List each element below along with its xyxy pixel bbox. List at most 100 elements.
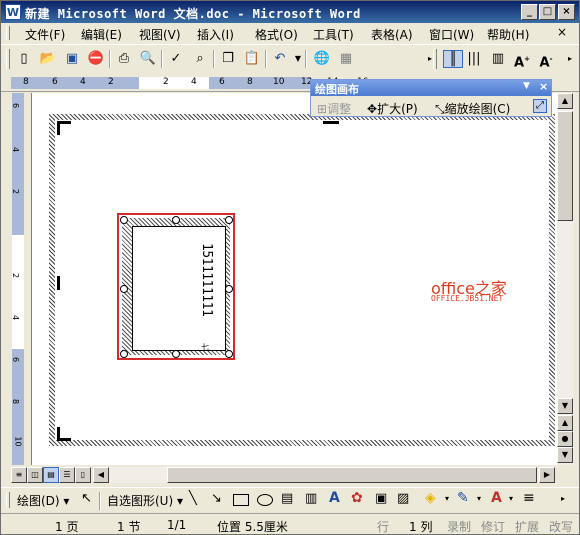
- word-app-icon[interactable]: W: [5, 4, 21, 20]
- scroll-down-button[interactable]: ▼: [557, 398, 573, 414]
- line-tool-icon[interactable]: ╲: [189, 491, 197, 506]
- menu-help[interactable]: 帮助(H): [487, 26, 529, 43]
- outline-view-icon[interactable]: ☰: [59, 467, 75, 483]
- toolbar-options-icon[interactable]: ▼: [523, 81, 530, 91]
- canvas-edge-handle[interactable]: [323, 121, 339, 124]
- canvas-edge-handle[interactable]: [57, 276, 60, 290]
- resize-handle[interactable]: [120, 285, 128, 293]
- drawing-canvas-toolbar-title-bar[interactable]: 绘图画布 ▼ ×: [311, 80, 551, 96]
- diagram-icon[interactable]: ✿: [351, 490, 363, 506]
- select-objects-icon[interactable]: ↖: [81, 491, 92, 506]
- print-preview-icon[interactable]: 🔍: [139, 50, 157, 68]
- text-wrapping-icon[interactable]: ⤢: [533, 99, 547, 113]
- select-browse-object-icon[interactable]: ●: [557, 431, 573, 447]
- vertical-text-box-icon[interactable]: ▥: [305, 491, 317, 506]
- tables-borders-icon[interactable]: ▦: [337, 50, 355, 68]
- menu-format[interactable]: 格式(O): [255, 26, 298, 43]
- toolbar-grip[interactable]: [6, 49, 10, 69]
- resize-handle[interactable]: [120, 350, 128, 358]
- draw-menu-button[interactable]: 绘图(D) ▾: [17, 492, 69, 509]
- menu-window[interactable]: 窗口(W): [429, 26, 474, 43]
- insert-picture-icon[interactable]: ▨: [397, 491, 409, 506]
- status-record[interactable]: 录制: [447, 518, 471, 535]
- minimize-button[interactable]: _: [521, 4, 538, 20]
- text-box[interactable]: 1511111111 七: [132, 226, 226, 352]
- permission-icon[interactable]: ⛔: [87, 50, 105, 68]
- save-icon[interactable]: ▣: [63, 50, 81, 68]
- resize-handle[interactable]: [172, 216, 180, 224]
- wordart-icon[interactable]: A: [329, 490, 340, 506]
- web-layout-icon[interactable]: ◫: [27, 467, 43, 483]
- canvas-corner-handle[interactable]: [57, 427, 71, 441]
- hyperlink-globe-icon[interactable]: 🌐: [313, 50, 331, 68]
- spelling-icon[interactable]: ✓: [167, 50, 185, 68]
- fill-color-icon[interactable]: ◈: [425, 490, 436, 506]
- scroll-up-button[interactable]: ▲: [557, 93, 573, 109]
- font-color-icon[interactable]: A: [491, 490, 502, 506]
- scroll-left-button[interactable]: ◀: [93, 467, 109, 483]
- rectangle-tool-icon[interactable]: [233, 494, 249, 506]
- resize-handle[interactable]: [120, 216, 128, 224]
- toolbar-options-icon-2[interactable]: ▸: [561, 50, 579, 68]
- paste-icon[interactable]: 📋: [243, 50, 261, 68]
- open-folder-icon[interactable]: 📂: [39, 50, 57, 68]
- barcode-column-icon[interactable]: ▥: [489, 50, 507, 68]
- menu-edit[interactable]: 编辑(E): [81, 26, 122, 43]
- grow-font-icon[interactable]: A+: [513, 50, 531, 70]
- next-page-icon[interactable]: ▼: [557, 447, 573, 463]
- menu-view[interactable]: 视图(V): [139, 26, 181, 43]
- resize-handle[interactable]: [225, 216, 233, 224]
- text-box-tool-icon[interactable]: ▤: [281, 491, 293, 506]
- print-icon[interactable]: ⎙: [115, 50, 133, 68]
- title-bar[interactable]: W 新建 Microsoft Word 文档.doc - Microsoft W…: [1, 1, 579, 23]
- menu-insert[interactable]: 插入(I): [197, 26, 234, 43]
- resize-handle[interactable]: [225, 285, 233, 293]
- expand-button[interactable]: ✥扩大(P): [367, 100, 418, 117]
- oval-tool-icon[interactable]: [257, 494, 273, 506]
- vertical-scrollbar[interactable]: ▲ ▼ ▲ ● ▼: [557, 93, 574, 465]
- close-button[interactable]: ×: [558, 4, 575, 20]
- resize-handle[interactable]: [172, 350, 180, 358]
- reading-layout-icon[interactable]: ▯: [75, 467, 91, 483]
- line-style-icon[interactable]: ≡: [523, 490, 535, 506]
- clip-art-icon[interactable]: ▣: [375, 491, 387, 506]
- vertical-ruler[interactable]: 6 4 2 2 4 6 8 10: [9, 93, 27, 465]
- menu-file[interactable]: 文件(F): [25, 26, 65, 43]
- menu-tools[interactable]: 工具(T): [313, 26, 354, 43]
- resize-handle[interactable]: [225, 350, 233, 358]
- status-extend[interactable]: 扩展: [515, 518, 539, 535]
- new-document-icon[interactable]: ▯: [15, 50, 33, 68]
- status-overtype[interactable]: 改写: [549, 518, 573, 535]
- fill-color-dropdown-icon[interactable]: ▾: [445, 494, 449, 503]
- scale-drawing-button[interactable]: ⤡缩放绘图(C): [435, 100, 510, 117]
- barcode-thin-icon[interactable]: |||: [465, 50, 483, 68]
- scroll-right-button[interactable]: ▶: [539, 467, 555, 483]
- drawing-toolbar-options-icon[interactable]: ▸: [561, 494, 565, 503]
- copy-icon[interactable]: ❐: [219, 50, 237, 68]
- font-color-dropdown-icon[interactable]: ▾: [509, 494, 513, 503]
- text-box-frame[interactable]: 1511111111 七: [117, 213, 235, 360]
- canvas-corner-handle[interactable]: [57, 121, 71, 135]
- barcode-icon[interactable]: ║: [443, 50, 463, 68]
- previous-page-icon[interactable]: ▲: [557, 415, 573, 431]
- fit-button[interactable]: ⊞调整: [317, 100, 351, 117]
- print-layout-icon[interactable]: ▤: [43, 467, 59, 483]
- toolbar-close-icon[interactable]: ×: [539, 80, 548, 93]
- horizontal-scroll-thumb[interactable]: [167, 467, 537, 483]
- menubar-grip[interactable]: [6, 26, 10, 40]
- scroll-thumb[interactable]: [557, 111, 573, 221]
- drawing-toolbar-grip[interactable]: [6, 492, 10, 508]
- undo-icon[interactable]: ↶: [271, 50, 289, 68]
- line-color-dropdown-icon[interactable]: ▾: [477, 494, 481, 503]
- autoshapes-menu-button[interactable]: 自选图形(U) ▾: [107, 492, 183, 509]
- line-color-icon[interactable]: ✎: [457, 490, 469, 506]
- shrink-font-icon[interactable]: A-: [537, 50, 555, 70]
- menu-table[interactable]: 表格(A): [371, 26, 413, 43]
- normal-view-icon[interactable]: ≡: [11, 467, 27, 483]
- status-track-changes[interactable]: 修订: [481, 518, 505, 535]
- toolbar-grip-2[interactable]: [433, 49, 437, 69]
- arrow-tool-icon[interactable]: ↘: [211, 491, 222, 506]
- maximize-button[interactable]: □: [539, 4, 556, 20]
- research-icon[interactable]: ⌕: [191, 50, 209, 68]
- menubar-close-icon[interactable]: ×: [557, 25, 567, 39]
